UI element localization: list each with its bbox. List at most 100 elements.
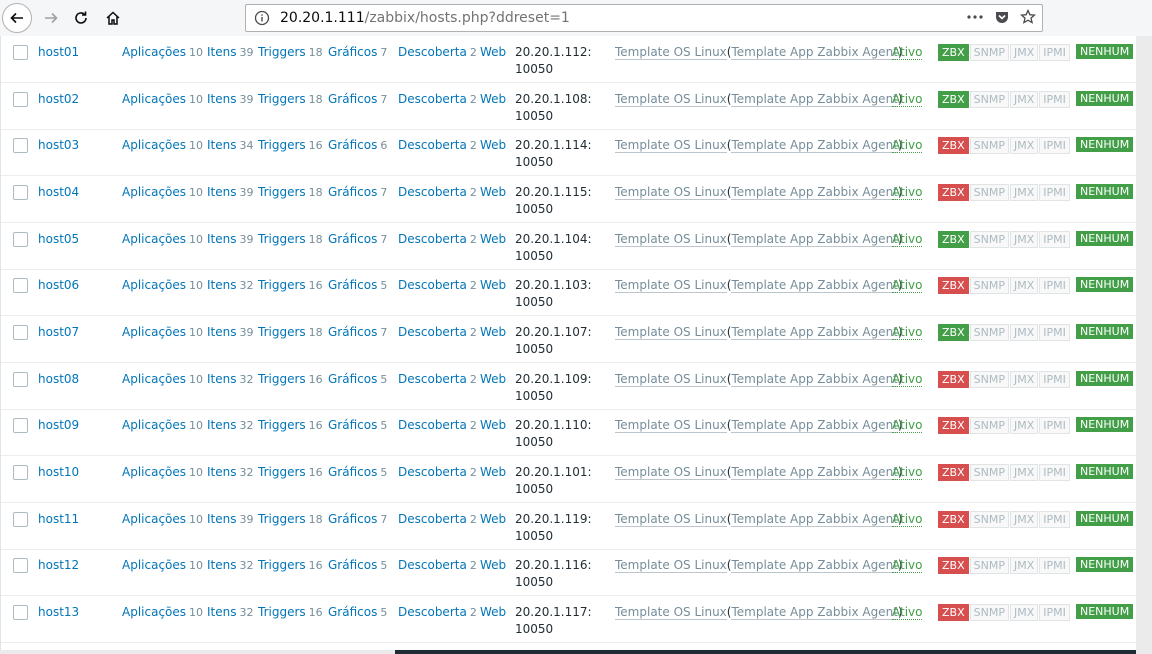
host-name-link[interactable]: host06: [38, 278, 79, 292]
web-link[interactable]: Web: [480, 232, 506, 246]
select-host-checkbox[interactable]: [13, 465, 28, 480]
host-name-link[interactable]: host07: [38, 325, 79, 339]
items-link[interactable]: Itens: [207, 278, 236, 292]
select-host-checkbox[interactable]: [13, 232, 28, 247]
template-child-link[interactable]: Template App Zabbix Agent: [731, 465, 898, 480]
select-host-checkbox[interactable]: [13, 278, 28, 293]
status-toggle[interactable]: Ativo: [892, 605, 923, 620]
applications-link[interactable]: Aplicações: [122, 232, 186, 246]
web-link[interactable]: Web: [480, 138, 506, 152]
back-button[interactable]: [2, 3, 32, 33]
select-host-checkbox[interactable]: [13, 605, 28, 620]
template-child-link[interactable]: Template App Zabbix Agent: [731, 185, 898, 200]
triggers-link[interactable]: Triggers: [258, 418, 306, 432]
template-child-link[interactable]: Template App Zabbix Agent: [731, 325, 898, 340]
web-link[interactable]: Web: [480, 512, 506, 526]
items-link[interactable]: Itens: [207, 92, 236, 106]
graphs-link[interactable]: Gráficos: [328, 605, 377, 619]
host-name-link[interactable]: host02: [38, 92, 79, 106]
pocket-icon[interactable]: [994, 9, 1010, 25]
items-link[interactable]: Itens: [207, 185, 236, 199]
graphs-link[interactable]: Gráficos: [328, 92, 377, 106]
discovery-link[interactable]: Descoberta: [398, 372, 467, 386]
discovery-link[interactable]: Descoberta: [398, 92, 467, 106]
graphs-link[interactable]: Gráficos: [328, 418, 377, 432]
template-link[interactable]: Template OS Linux: [615, 372, 727, 387]
template-child-link[interactable]: Template App Zabbix Agent: [731, 278, 898, 293]
graphs-link[interactable]: Gráficos: [328, 558, 377, 572]
triggers-link[interactable]: Triggers: [258, 138, 306, 152]
status-toggle[interactable]: Ativo: [892, 465, 923, 480]
template-child-link[interactable]: Template App Zabbix Agent: [731, 138, 898, 153]
template-link[interactable]: Template OS Linux: [615, 418, 727, 433]
status-toggle[interactable]: Ativo: [892, 418, 923, 433]
template-child-link[interactable]: Template App Zabbix Agent: [731, 45, 898, 60]
host-name-link[interactable]: host11: [38, 512, 79, 526]
template-child-link[interactable]: Template App Zabbix Agent: [731, 558, 898, 573]
web-link[interactable]: Web: [480, 278, 506, 292]
web-link[interactable]: Web: [480, 418, 506, 432]
template-child-link[interactable]: Template App Zabbix Agent: [731, 512, 898, 527]
items-link[interactable]: Itens: [207, 512, 236, 526]
select-host-checkbox[interactable]: [13, 185, 28, 200]
web-link[interactable]: Web: [480, 45, 506, 59]
graphs-link[interactable]: Gráficos: [328, 512, 377, 526]
template-child-link[interactable]: Template App Zabbix Agent: [731, 418, 898, 433]
template-link[interactable]: Template OS Linux: [615, 605, 727, 620]
graphs-link[interactable]: Gráficos: [328, 465, 377, 479]
more-actions-icon[interactable]: [966, 9, 984, 25]
applications-link[interactable]: Aplicações: [122, 605, 186, 619]
template-child-link[interactable]: Template App Zabbix Agent: [731, 605, 898, 620]
host-name-link[interactable]: host04: [38, 185, 79, 199]
triggers-link[interactable]: Triggers: [258, 185, 306, 199]
select-host-checkbox[interactable]: [13, 372, 28, 387]
template-link[interactable]: Template OS Linux: [615, 138, 727, 153]
status-toggle[interactable]: Ativo: [892, 278, 923, 293]
discovery-link[interactable]: Descoberta: [398, 232, 467, 246]
applications-link[interactable]: Aplicações: [122, 418, 186, 432]
items-link[interactable]: Itens: [207, 558, 236, 572]
discovery-link[interactable]: Descoberta: [398, 278, 467, 292]
status-toggle[interactable]: Ativo: [892, 138, 923, 153]
host-name-link[interactable]: host10: [38, 465, 79, 479]
template-link[interactable]: Template OS Linux: [615, 512, 727, 527]
status-toggle[interactable]: Ativo: [892, 558, 923, 573]
template-link[interactable]: Template OS Linux: [615, 558, 727, 573]
template-child-link[interactable]: Template App Zabbix Agent: [731, 232, 898, 247]
triggers-link[interactable]: Triggers: [258, 92, 306, 106]
items-link[interactable]: Itens: [207, 605, 236, 619]
applications-link[interactable]: Aplicações: [122, 185, 186, 199]
web-link[interactable]: Web: [480, 325, 506, 339]
items-link[interactable]: Itens: [207, 418, 236, 432]
applications-link[interactable]: Aplicações: [122, 278, 186, 292]
triggers-link[interactable]: Triggers: [258, 372, 306, 386]
discovery-link[interactable]: Descoberta: [398, 465, 467, 479]
select-host-checkbox[interactable]: [13, 418, 28, 433]
template-child-link[interactable]: Template App Zabbix Agent: [731, 372, 898, 387]
bookmark-star-icon[interactable]: [1020, 9, 1036, 25]
status-toggle[interactable]: Ativo: [892, 512, 923, 527]
applications-link[interactable]: Aplicações: [122, 45, 186, 59]
host-name-link[interactable]: host09: [38, 418, 79, 432]
triggers-link[interactable]: Triggers: [258, 325, 306, 339]
triggers-link[interactable]: Triggers: [258, 605, 306, 619]
status-toggle[interactable]: Ativo: [892, 372, 923, 387]
discovery-link[interactable]: Descoberta: [398, 418, 467, 432]
url-bar[interactable]: 20.20.1.111/zabbix/hosts.php?ddreset=1: [245, 4, 1043, 32]
web-link[interactable]: Web: [480, 605, 506, 619]
discovery-link[interactable]: Descoberta: [398, 325, 467, 339]
triggers-link[interactable]: Triggers: [258, 232, 306, 246]
web-link[interactable]: Web: [480, 372, 506, 386]
template-link[interactable]: Template OS Linux: [615, 232, 727, 247]
status-toggle[interactable]: Ativo: [892, 232, 923, 247]
graphs-link[interactable]: Gráficos: [328, 372, 377, 386]
host-name-link[interactable]: host01: [38, 45, 79, 59]
status-toggle[interactable]: Ativo: [892, 92, 923, 107]
host-name-link[interactable]: host13: [38, 605, 79, 619]
items-link[interactable]: Itens: [207, 45, 236, 59]
triggers-link[interactable]: Triggers: [258, 278, 306, 292]
host-name-link[interactable]: host05: [38, 232, 79, 246]
graphs-link[interactable]: Gráficos: [328, 45, 377, 59]
graphs-link[interactable]: Gráficos: [328, 278, 377, 292]
host-name-link[interactable]: host12: [38, 558, 79, 572]
